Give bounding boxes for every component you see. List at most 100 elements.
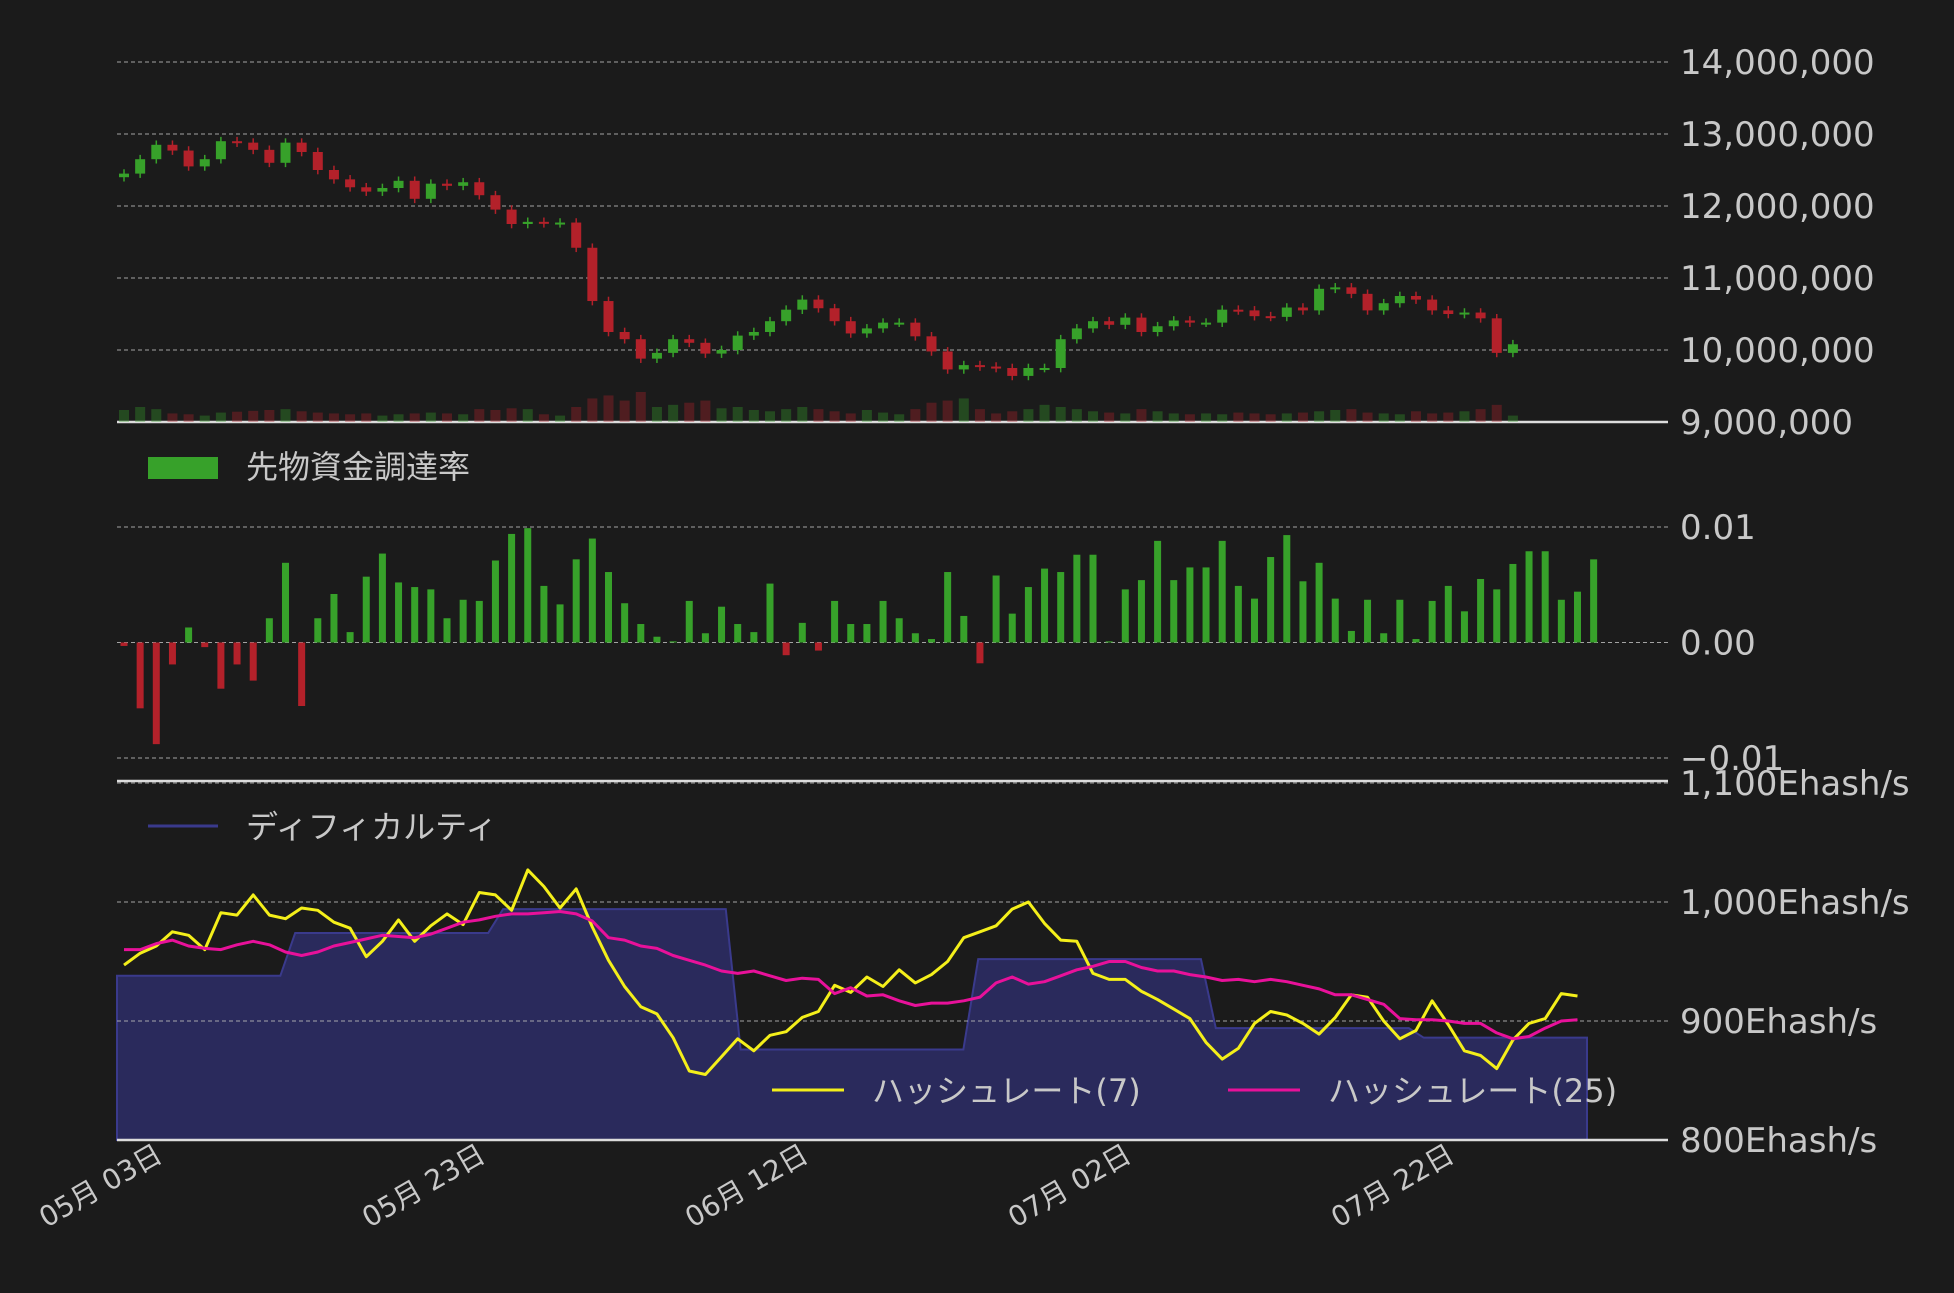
candle-body — [522, 221, 533, 224]
funding-bar — [750, 632, 758, 643]
candle-body — [991, 366, 1002, 369]
volume-bar — [1411, 411, 1421, 422]
candle-body — [1443, 310, 1454, 314]
price-ytick-label: 13,000,000 — [1680, 115, 1875, 155]
volume-bar — [345, 414, 356, 422]
candle-body — [232, 141, 243, 144]
volume-bar — [425, 412, 436, 422]
candle-body — [1249, 310, 1260, 317]
funding-bar — [637, 624, 645, 643]
funding-bar — [524, 528, 532, 643]
volume-bar — [910, 409, 921, 422]
volume-bar — [1007, 411, 1018, 422]
candle-body — [1120, 317, 1131, 325]
funding-bar — [863, 624, 871, 643]
volume-bar — [813, 409, 824, 422]
funding-bar — [395, 582, 403, 643]
volume-bar — [1475, 409, 1486, 422]
funding-bar — [1557, 599, 1565, 643]
funding-bar — [1444, 585, 1452, 643]
candle-body — [1330, 287, 1341, 290]
candle-body — [716, 350, 727, 354]
volume-bar — [861, 410, 872, 422]
funding-bar — [427, 589, 435, 643]
candle-body — [1055, 339, 1066, 368]
hashrate-ytick-label: 800Ehash/s — [1680, 1121, 1877, 1161]
candle-body — [1281, 307, 1292, 317]
volume-bar — [878, 412, 889, 422]
candle-body — [571, 222, 582, 248]
funding-bar — [459, 599, 467, 643]
candle-body — [1394, 296, 1405, 304]
funding-ytick-label: 0.01 — [1680, 508, 1756, 548]
funding-bar — [685, 600, 693, 643]
candle-body — [732, 335, 743, 350]
candle-body — [910, 322, 921, 337]
candle-body — [474, 182, 485, 196]
volume-bar — [1136, 409, 1147, 422]
candle-body — [958, 365, 969, 370]
funding-bar — [734, 624, 742, 643]
funding-legend-swatch — [148, 457, 218, 479]
funding-ytick-label: 0.00 — [1680, 624, 1756, 664]
hash25-legend-label: ハッシュレート(25) — [1328, 1072, 1617, 1110]
funding-bar — [1364, 599, 1372, 643]
candle-body — [215, 141, 226, 160]
volume-bar — [474, 409, 485, 422]
candle-body — [878, 322, 889, 329]
candle-body — [1184, 320, 1195, 323]
funding-legend-label: 先物資金調達率 — [246, 448, 470, 486]
funding-bar — [653, 636, 661, 643]
volume-bar — [1362, 412, 1373, 422]
hashrate-ytick-label: 1,100Ehash/s — [1680, 764, 1910, 804]
funding-bar — [1460, 611, 1468, 643]
volume-bar — [894, 414, 905, 422]
funding-bar — [265, 618, 273, 643]
volume-bar — [1249, 413, 1260, 422]
price-ytick-label: 14,000,000 — [1680, 43, 1875, 83]
hashrate-ytick-label: 900Ehash/s — [1680, 1002, 1877, 1042]
candle-body — [248, 142, 259, 150]
funding-bar — [443, 618, 451, 643]
candle-body — [635, 339, 646, 359]
funding-bar — [766, 583, 774, 643]
funding-bar — [362, 576, 370, 643]
volume-bar — [167, 413, 178, 422]
funding-bar — [1347, 630, 1355, 643]
bitcoin-market-chart: 14,000,000 13,000,000 12,000,000 11,000,000… — [0, 0, 1954, 1293]
volume-bar — [926, 402, 937, 422]
candle-body — [1039, 368, 1050, 370]
funding-bar — [475, 600, 483, 643]
candle-body — [861, 328, 872, 334]
candle-body — [619, 332, 630, 340]
candle-body — [345, 179, 356, 188]
candle-body — [167, 144, 178, 151]
candle-body — [700, 342, 711, 354]
volume-bar — [619, 400, 630, 422]
volume-bar — [215, 412, 226, 422]
candle-body — [1007, 368, 1018, 376]
funding-bar — [1073, 554, 1081, 643]
funding-bar — [1331, 598, 1339, 643]
volume-bar — [522, 409, 533, 422]
funding-bar — [217, 642, 225, 689]
funding-bar — [831, 600, 839, 643]
funding-bar — [1008, 613, 1016, 643]
volume-bar — [248, 410, 259, 422]
candle-body — [425, 183, 436, 199]
volume-bar — [328, 413, 339, 422]
funding-bar — [1590, 559, 1598, 643]
funding-bar — [1251, 598, 1258, 643]
volume-bar — [991, 413, 1002, 422]
funding-bar — [928, 639, 935, 643]
candle-body — [393, 180, 404, 188]
funding-bar — [330, 593, 338, 643]
funding-bar — [572, 559, 580, 643]
volume-bar — [490, 410, 501, 422]
funding-bar — [540, 585, 548, 643]
volume-bar — [829, 411, 840, 422]
volume-bar — [135, 407, 146, 422]
volume-bar — [361, 413, 372, 422]
funding-bar — [1170, 580, 1178, 643]
volume-bar — [1394, 414, 1405, 422]
